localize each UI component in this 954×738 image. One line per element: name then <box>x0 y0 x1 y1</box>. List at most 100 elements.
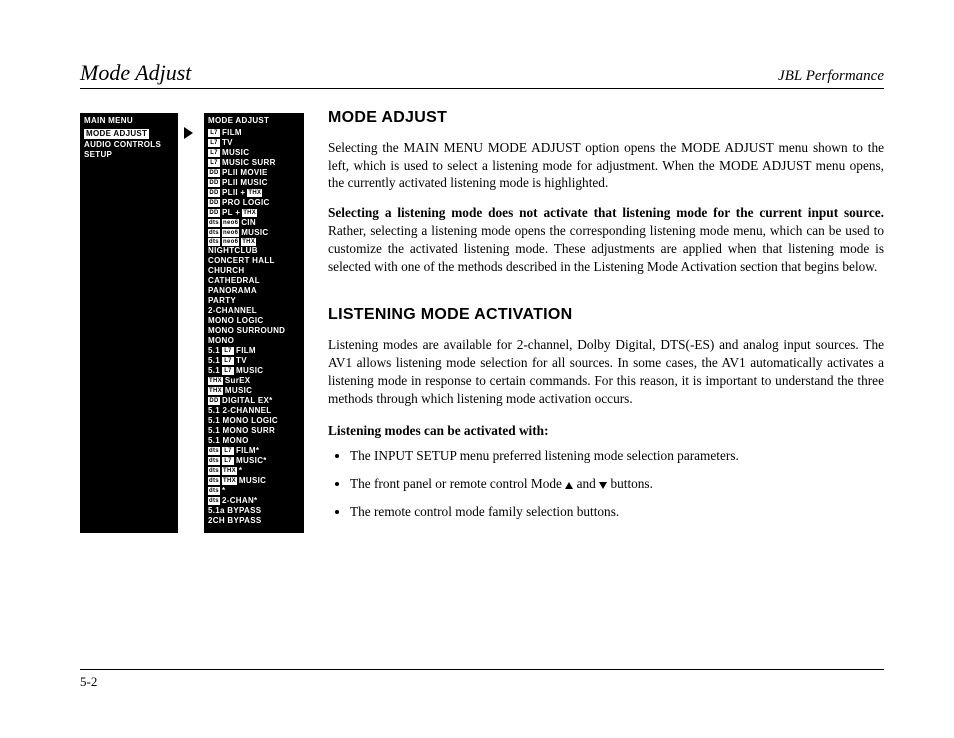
mode-adjust-item: 5.1L7 MUSIC <box>208 366 300 376</box>
main-menu-title: MAIN MENU <box>84 116 174 126</box>
mode-item-label: PLII MOVIE <box>222 168 268 178</box>
mode-item-label: * <box>222 486 225 496</box>
arrow-right-icon <box>184 127 193 139</box>
mode-adjust-item: DDDIGITAL EX* <box>208 396 300 406</box>
mode-item-label: MONO <box>208 336 234 346</box>
mode-item-label: SurEX <box>225 376 251 386</box>
mode-item-label: 5.1 <box>208 366 220 376</box>
mode-adjust-item: dtsTHXMUSIC <box>208 476 300 486</box>
dts-icon: dts <box>208 447 220 455</box>
neo6-icon: neo6 <box>222 238 239 246</box>
mode-adjust-item: PARTY <box>208 296 300 306</box>
mode-adjust-item: L7MUSIC SURR <box>208 158 300 168</box>
mode-adjust-p2-bold: Selecting a listening mode does not acti… <box>328 205 884 220</box>
dd-icon: DD <box>208 397 220 405</box>
mode-item-label: 2-CHANNEL <box>208 306 257 316</box>
mode-up-icon <box>565 482 573 489</box>
mode-adjust-item: dtsTHX* <box>208 466 300 476</box>
mode-item-label: 5.1a BYPASS <box>208 506 261 516</box>
dd-icon: DD <box>208 199 220 207</box>
mode-item-label: MUSIC <box>241 228 268 238</box>
mode-adjust-item: DDPLII MOVIE <box>208 168 300 178</box>
mode-adjust-item: DDPRO LOGIC <box>208 198 300 208</box>
mode-item-label: CHURCH <box>208 266 244 276</box>
menu-arrow <box>184 113 198 533</box>
mode-adjust-item: 5.1L7 TV <box>208 356 300 366</box>
page-footer: 5-2 <box>80 669 884 690</box>
dts-icon: dts <box>208 238 220 246</box>
mode-item-label: DIGITAL EX* <box>222 396 273 406</box>
mode-adjust-item: 5.1a BYPASS <box>208 506 300 516</box>
thx-icon: THX <box>242 209 257 217</box>
listening-heading: LISTENING MODE ACTIVATION <box>328 304 884 326</box>
mode-adjust-item: dtsL7MUSIC* <box>208 456 300 466</box>
mode-adjust-item: 5.1L7 FILM <box>208 346 300 356</box>
mode-item-label: * <box>239 466 242 476</box>
page-number: 5-2 <box>80 674 97 689</box>
mode-adjust-item: MONO SURROUND <box>208 326 300 336</box>
main-menu-box: MAIN MENU MODE ADJUSTAUDIO CONTROLSSETUP <box>80 113 178 533</box>
l7-icon: L7 <box>208 149 220 157</box>
l7-icon: L7 <box>208 139 220 147</box>
l7-icon: L7 <box>222 367 234 375</box>
mode-item-label: FILM* <box>236 446 259 456</box>
mode-item-label: MUSIC <box>239 476 266 486</box>
thx-icon: THX <box>208 387 223 395</box>
mode-item-label: NIGHTCLUB <box>208 246 258 256</box>
mode-adjust-item: THXMUSIC <box>208 386 300 396</box>
mode-item-label: 2-CHAN* <box>222 496 257 506</box>
mode-item-label: CONCERT HALL <box>208 256 275 266</box>
l7-icon: L7 <box>222 457 234 465</box>
mode-item-label: MUSIC <box>222 148 249 158</box>
mode-down-icon <box>599 482 607 489</box>
mode-item-label: PRO LOGIC <box>222 198 270 208</box>
mode-adjust-item: THXSurEX <box>208 376 300 386</box>
dts-icon: dts <box>208 497 220 505</box>
mode-adjust-item: L7MUSIC <box>208 148 300 158</box>
listening-p1: Listening modes are available for 2-chan… <box>328 336 884 408</box>
dd-icon: DD <box>208 169 220 177</box>
mode-adjust-item: DDPLII + THX <box>208 188 300 198</box>
mode-adjust-item: dtsneo6MUSIC <box>208 228 300 238</box>
mode-adjust-p2-rest: Rather, selecting a listening mode opens… <box>328 223 884 274</box>
mode-adjust-item: 2-CHANNEL <box>208 306 300 316</box>
l7-icon: L7 <box>222 357 234 365</box>
mode-adjust-p1: Selecting the MAIN MENU MODE ADJUST opti… <box>328 139 884 193</box>
thx-icon: THX <box>241 238 256 246</box>
mode-item-label: PLII + <box>222 188 245 198</box>
mode-adjust-item: MONO <box>208 336 300 346</box>
mode-item-label: MUSIC SURR <box>222 158 276 168</box>
dd-icon: DD <box>208 179 220 187</box>
mode-item-label: PLII MUSIC <box>222 178 268 188</box>
l7-icon: L7 <box>222 447 234 455</box>
mode-item-label: 5.1 MONO SURR <box>208 426 275 436</box>
mode-adjust-item: dtsneo6THX <box>208 238 300 246</box>
dd-icon: DD <box>208 189 220 197</box>
mode-item-label: MUSIC* <box>236 456 267 466</box>
mode-item-label: MUSIC <box>225 386 252 396</box>
mode-adjust-item: 5.1 MONO LOGIC <box>208 416 300 426</box>
mode-adjust-menu-title: MODE ADJUST <box>208 116 300 126</box>
content-area: MODE ADJUST Selecting the MAIN MENU MODE… <box>328 107 884 533</box>
mode-item-label: MONO LOGIC <box>208 316 263 326</box>
mode-adjust-item: CHURCH <box>208 266 300 276</box>
mode-adjust-item: 5.1 MONO <box>208 436 300 446</box>
mode-adjust-item: dts* <box>208 486 300 496</box>
mode-adjust-item: 5.1 2-CHANNEL <box>208 406 300 416</box>
listening-subheading: Listening modes can be activated with: <box>328 422 884 440</box>
main-menu-item: MODE ADJUST <box>84 128 174 140</box>
l7-icon: L7 <box>208 159 220 167</box>
mode-adjust-item: NIGHTCLUB <box>208 246 300 256</box>
dts-icon: dts <box>208 487 220 495</box>
header-section-title: Mode Adjust <box>80 60 191 86</box>
thx-icon: THX <box>208 377 223 385</box>
dts-icon: dts <box>208 457 220 465</box>
neo6-icon: neo6 <box>222 219 239 227</box>
listening-bullets: The INPUT SETUP menu preferred listening… <box>328 447 884 521</box>
mode-adjust-menu-box: MODE ADJUST L7FILML7TVL7MUSICL7MUSIC SUR… <box>204 113 304 533</box>
main-menu-item: AUDIO CONTROLS <box>84 140 174 150</box>
mode-item-label: FILM <box>222 128 242 138</box>
dts-icon: dts <box>208 477 220 485</box>
mode-adjust-p2: Selecting a listening mode does not acti… <box>328 204 884 276</box>
menu-screenshots: MAIN MENU MODE ADJUSTAUDIO CONTROLSSETUP… <box>80 113 304 533</box>
